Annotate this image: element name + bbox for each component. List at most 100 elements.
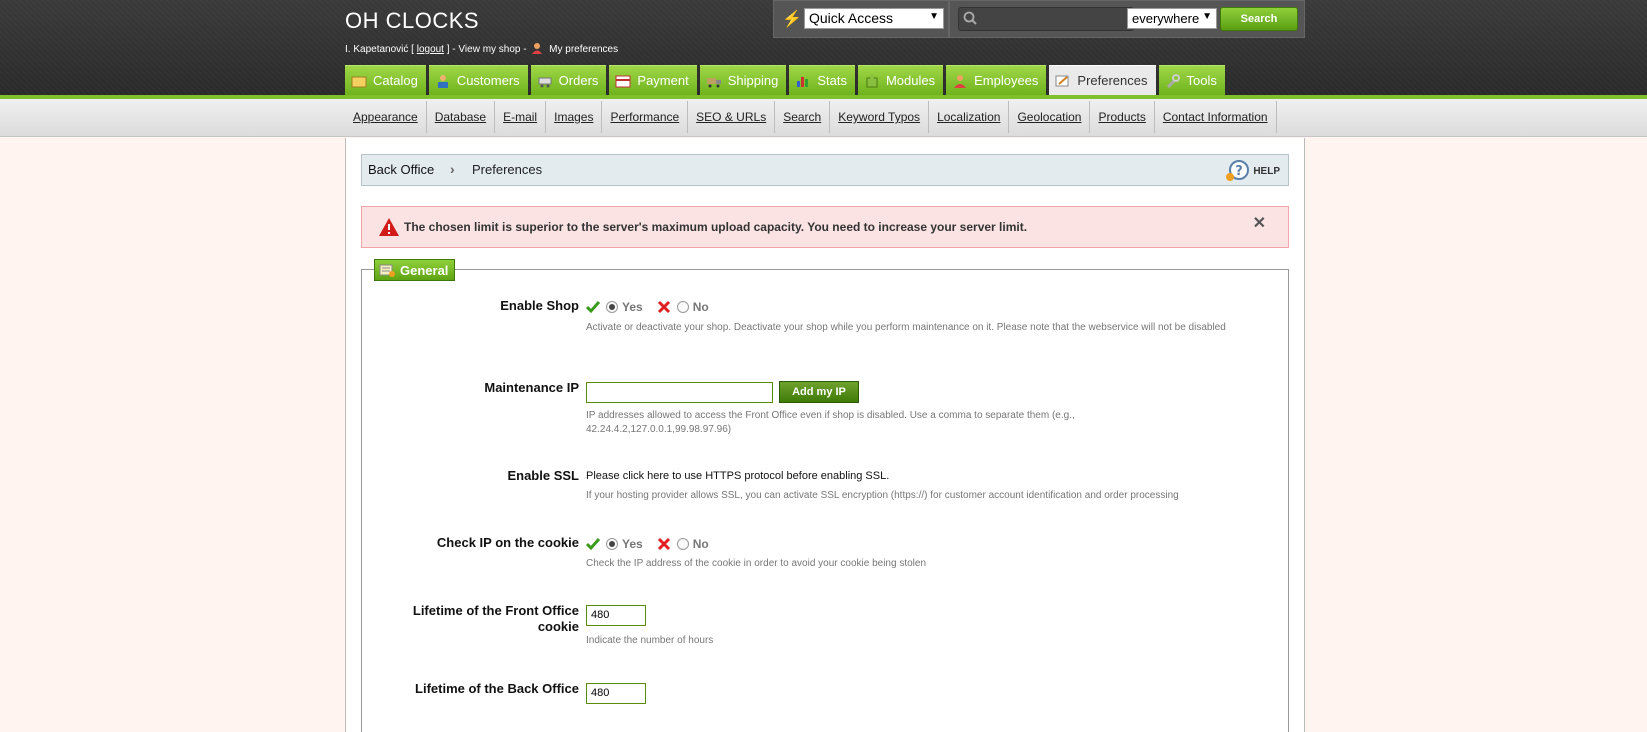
tab-catalog[interactable]: Catalog [345, 65, 426, 95]
back-cookie-input[interactable]: 480 [586, 683, 646, 704]
tab-employees[interactable]: Employees [946, 65, 1047, 95]
subtab-localization[interactable]: Localization [929, 101, 1010, 133]
search-button[interactable]: Search [1220, 7, 1298, 31]
enable-ssl-link[interactable]: Please click here to use HTTPS protocol … [586, 470, 889, 482]
dropdown-arrow-icon: ▼ [1202, 11, 1212, 22]
front-cookie-label: Lifetime of the Front Office cookie [412, 603, 579, 634]
logout-link[interactable]: logout [417, 44, 444, 55]
quick-access-select[interactable]: Quick Access ▼ [804, 8, 944, 29]
cross-icon [657, 300, 670, 314]
back-cookie-label: Lifetime of the Back Office [415, 681, 579, 696]
enable-shop-no-radio[interactable] [676, 301, 689, 313]
subtab-database[interactable]: Database [427, 101, 496, 133]
maintenance-ip-hint: IP addresses allowed to access the Front… [586, 410, 1075, 435]
check-icon [586, 301, 600, 314]
cart-icon [538, 77, 552, 87]
view-shop-link[interactable]: View my shop [458, 44, 520, 55]
tab-label: Tools [1186, 73, 1217, 88]
wrench-icon [1166, 73, 1180, 88]
breadcrumb-current: Preferences [472, 162, 543, 177]
lightning-icon: ⚡ [782, 11, 802, 28]
quick-access-box: ⚡ Quick Access ▼ [773, 0, 949, 38]
error-message: The chosen limit is superior to the serv… [361, 206, 1289, 248]
subtab-contact-information[interactable]: Contact Information [1155, 101, 1277, 133]
check-ip-no-radio[interactable] [676, 538, 689, 550]
tab-label: Shipping [727, 73, 779, 88]
check-ip-cookie-radios: Yes No [586, 537, 709, 551]
tab-shipping[interactable]: Shipping [699, 65, 787, 95]
tab-label: Employees [974, 73, 1039, 88]
tab-stats[interactable]: Stats [789, 65, 855, 95]
preferences-icon [1055, 75, 1069, 86]
enable-ssl-hint: If your hosting provider allows SSL, you… [586, 490, 1179, 501]
tab-label: Modules [885, 73, 936, 88]
user-line: I. Kapetanović [ logout ] - View my shop… [345, 43, 619, 55]
breadcrumb-root[interactable]: Back Office [368, 162, 434, 177]
tab-preferences[interactable]: Preferences [1049, 65, 1156, 95]
search-icon [963, 11, 977, 25]
error-text: The chosen limit is superior to the serv… [404, 220, 1028, 234]
search-scope-select[interactable]: everywhere ▼ [1127, 8, 1217, 29]
customers-icon [437, 74, 448, 88]
subtab-seo-urls[interactable]: SEO & URLs [688, 101, 776, 133]
payment-icon [615, 75, 631, 87]
cross-icon [657, 537, 670, 551]
puzzle-icon [866, 74, 878, 87]
close-icon[interactable]: ✕ [1253, 213, 1266, 233]
add-my-ip-button[interactable]: Add my IP [779, 381, 859, 403]
truck-icon [706, 77, 721, 87]
tab-label: Payment [637, 73, 689, 88]
subtab-bar: Appearance Database E-mail Images Performanc… [0, 99, 1647, 137]
user-name: I. Kapetanović [345, 44, 409, 55]
check-ip-yes-radio[interactable] [606, 538, 618, 550]
maintenance-ip-input[interactable] [586, 382, 773, 403]
help-icon: ? [1226, 160, 1250, 181]
help-label: HELP [1253, 165, 1280, 177]
main-tabs: Catalog Customers Orders Payment Shipping Sta… [345, 65, 1228, 95]
content-panel: Back Office › Preferences ? HELP The cho… [345, 138, 1305, 732]
folder-icon [351, 76, 367, 87]
maintenance-ip-label: Maintenance IP [484, 380, 579, 395]
front-cookie-hint: Indicate the number of hours [586, 635, 714, 646]
dropdown-arrow-icon: ▼ [929, 11, 939, 22]
tab-modules[interactable]: Modules [857, 65, 944, 95]
subtab-search[interactable]: Search [775, 101, 831, 133]
breadcrumb: Back Office › Preferences ? HELP [361, 154, 1289, 186]
tab-orders[interactable]: Orders [530, 65, 607, 95]
general-legend: General [374, 259, 456, 281]
tab-tools[interactable]: Tools [1158, 65, 1225, 95]
tab-payment[interactable]: Payment [609, 65, 697, 95]
subtab-geolocation[interactable]: Geolocation [1009, 101, 1091, 133]
search-input[interactable] [958, 7, 1134, 31]
subtabs: Appearance Database E-mail Images Performanc… [345, 99, 1277, 135]
user-preferences-icon [532, 43, 543, 54]
tab-label: Customers [456, 73, 520, 88]
enable-shop-radios: Yes No [586, 300, 709, 314]
chevron-right-icon: › [450, 161, 455, 177]
enable-shop-label: Enable Shop [500, 298, 579, 313]
check-icon [586, 538, 600, 551]
employee-icon [954, 74, 967, 88]
tab-label: Preferences [1077, 73, 1148, 88]
help-button[interactable]: ? HELP [1224, 159, 1280, 183]
my-preferences-link[interactable]: My preferences [549, 44, 618, 55]
check-ip-cookie-hint: Check the IP address of the cookie in or… [586, 558, 927, 569]
svg-text:?: ? [1236, 164, 1244, 179]
search-box: everywhere ▼ Search [949, 0, 1305, 38]
tab-customers[interactable]: Customers [428, 65, 528, 95]
settings-icon [379, 264, 395, 277]
check-ip-cookie-label: Check IP on the cookie [436, 535, 579, 550]
tab-label: Stats [817, 73, 847, 88]
shop-name: OH CLOCKS [345, 8, 480, 33]
front-cookie-input[interactable]: 480 [586, 605, 646, 626]
chart-icon [797, 76, 809, 87]
subtab-appearance[interactable]: Appearance [345, 101, 427, 133]
subtab-images[interactable]: Images [546, 101, 603, 133]
tab-label: Orders [558, 73, 599, 88]
subtab-performance[interactable]: Performance [602, 101, 689, 133]
enable-shop-yes-radio[interactable] [606, 301, 618, 313]
subtab-products[interactable]: Products [1090, 101, 1155, 133]
subtab-e-mail[interactable]: E-mail [495, 101, 547, 133]
subtab-keyword-typos[interactable]: Keyword Typos [830, 101, 930, 133]
enable-ssl-label: Enable SSL [507, 468, 579, 483]
